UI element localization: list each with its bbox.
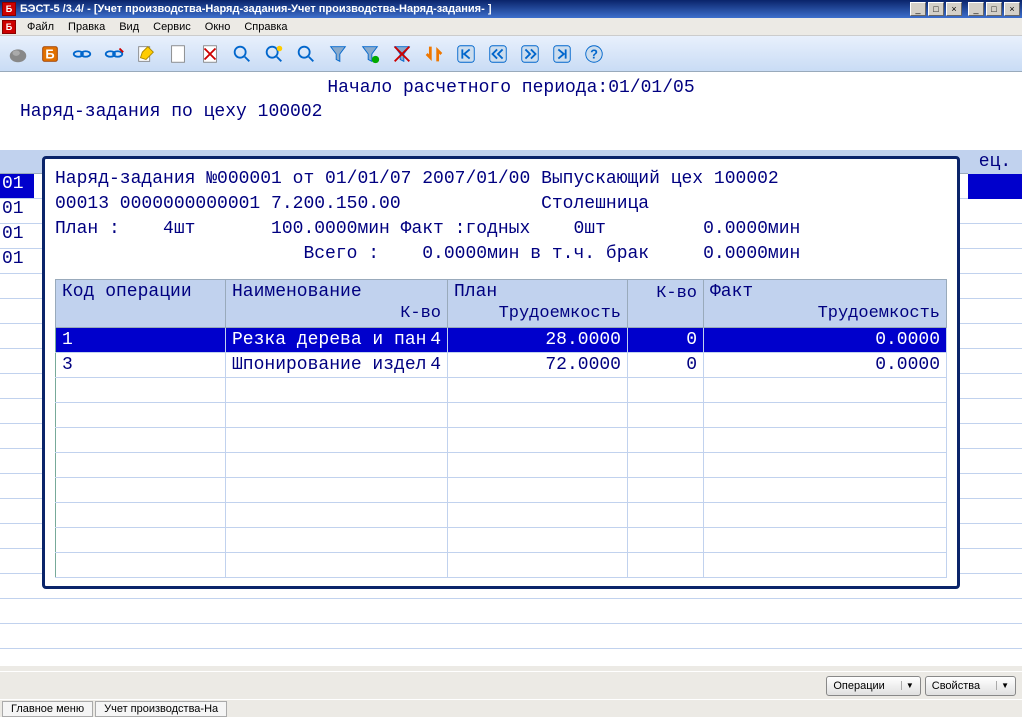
- bg-right-header: ец.: [968, 150, 1022, 174]
- status-main-menu[interactable]: Главное меню: [2, 701, 93, 717]
- col-plan: ПланТрудоемкость: [448, 280, 628, 328]
- delete-icon[interactable]: [196, 40, 224, 68]
- swap-icon[interactable]: [420, 40, 448, 68]
- cex-header: Наряд-задания по цеху 100002: [0, 98, 1022, 122]
- close-button[interactable]: ×: [1004, 2, 1020, 16]
- period-header: Начало расчетного периода:01/01/05: [0, 72, 1022, 98]
- app-menu-icon: Б: [2, 20, 16, 34]
- filter-off-icon[interactable]: [388, 40, 416, 68]
- help-icon[interactable]: ?: [580, 40, 608, 68]
- table-row[interactable]: [56, 453, 947, 478]
- col-code: Код операции: [56, 280, 226, 328]
- title-bar: Б БЭСТ-5 /3.4/ - [Учет производства-Наря…: [0, 0, 1022, 18]
- maximize-button[interactable]: □: [986, 2, 1002, 16]
- dialog-line3: План : 4шт 100.0000мин Факт :годных 0шт …: [55, 217, 947, 242]
- filter-icon[interactable]: [324, 40, 352, 68]
- search-icon[interactable]: [228, 40, 256, 68]
- menu-bar: Б Файл Правка Вид Сервис Окно Справка: [0, 18, 1022, 36]
- edit-icon[interactable]: [132, 40, 160, 68]
- toolbar: Б ?: [0, 36, 1022, 72]
- close-inner-button[interactable]: ×: [946, 2, 962, 16]
- bg-row-num[interactable]: 01: [0, 249, 34, 273]
- search2-icon[interactable]: [260, 40, 288, 68]
- last-icon[interactable]: [548, 40, 576, 68]
- col-fact: ФактТрудоемкость: [704, 280, 947, 328]
- dialog-line1: Наряд-задания №000001 от 01/01/07 2007/0…: [55, 167, 947, 192]
- svg-text:Б: Б: [45, 46, 54, 61]
- operations-table: Код операции НаименованиеК-во ПланТрудое…: [55, 279, 947, 578]
- next-icon[interactable]: [516, 40, 544, 68]
- table-row[interactable]: 1 Резка дерева и пан4 28.0000 0 0.0000: [56, 328, 947, 353]
- new-icon[interactable]: [164, 40, 192, 68]
- link1-icon[interactable]: [68, 40, 96, 68]
- minimize-button[interactable]: _: [968, 2, 984, 16]
- bg-row-num[interactable]: 01: [0, 224, 34, 248]
- status-bar: Главное меню Учет производства-На: [0, 699, 1022, 717]
- link2-icon[interactable]: [100, 40, 128, 68]
- minimize-inner-button[interactable]: _: [910, 2, 926, 16]
- first-icon[interactable]: [452, 40, 480, 68]
- table-row[interactable]: [56, 428, 947, 453]
- properties-button[interactable]: Свойства▼: [925, 676, 1016, 696]
- dialog-line2: 00013 0000000000001 7.200.150.00 Столешн…: [55, 192, 947, 217]
- table-row[interactable]: [56, 403, 947, 428]
- prev-icon[interactable]: [484, 40, 512, 68]
- menu-edit[interactable]: Правка: [61, 19, 112, 35]
- window-title: БЭСТ-5 /3.4/ - [Учет производства-Наряд-…: [20, 3, 908, 15]
- bottom-bar: Операции▼ Свойства▼: [0, 671, 1022, 699]
- dialog-line4: Всего : 0.0000мин в т.ч. брак 0.0000мин: [55, 242, 947, 267]
- table-row[interactable]: [56, 528, 947, 553]
- menu-file[interactable]: Файл: [20, 19, 61, 35]
- menu-view[interactable]: Вид: [112, 19, 146, 35]
- table-row[interactable]: 3 Шпонирование издел4 72.0000 0 0.0000: [56, 353, 947, 378]
- bg-row-num[interactable]: 01: [0, 174, 34, 198]
- svg-text:?: ?: [590, 46, 598, 61]
- table-row[interactable]: [56, 503, 947, 528]
- db-icon[interactable]: Б: [36, 40, 64, 68]
- operations-button[interactable]: Операции▼: [826, 676, 920, 696]
- menu-window[interactable]: Окно: [198, 19, 238, 35]
- col-plan-qty: К-во: [628, 280, 704, 328]
- table-row[interactable]: [56, 478, 947, 503]
- col-name: НаименованиеК-во: [226, 280, 448, 328]
- table-row[interactable]: [56, 378, 947, 403]
- table-row[interactable]: [56, 553, 947, 578]
- bg-row-num[interactable]: 01: [0, 199, 34, 223]
- order-dialog: Наряд-задания №000001 от 01/01/07 2007/0…: [42, 156, 960, 589]
- search3-icon[interactable]: [292, 40, 320, 68]
- status-module[interactable]: Учет производства-На: [95, 701, 227, 717]
- menu-service[interactable]: Сервис: [146, 19, 198, 35]
- app-icon: Б: [2, 2, 16, 16]
- filter2-icon[interactable]: [356, 40, 384, 68]
- menu-help[interactable]: Справка: [237, 19, 294, 35]
- rock-icon[interactable]: [4, 40, 32, 68]
- maximize-inner-button[interactable]: □: [928, 2, 944, 16]
- content-area: Начало расчетного периода:01/01/05 Наряд…: [0, 72, 1022, 666]
